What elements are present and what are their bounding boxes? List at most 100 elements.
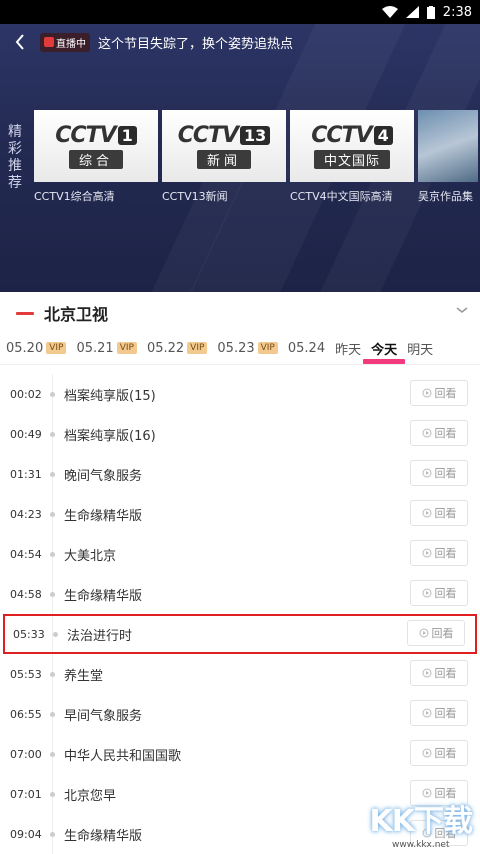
date-tab[interactable]: 05.20 VIP: [6, 334, 67, 362]
schedule-row[interactable]: 04:54 大美北京 回看: [0, 534, 480, 574]
schedule-row[interactable]: 00:02 档案纯享版(15) 回看: [0, 374, 480, 414]
date-tabs: 05.20 VIP 05.21 VIP 05.22 VIP 05.23 VIP 05.2…: [0, 334, 480, 364]
replay-button[interactable]: 回看: [410, 500, 468, 526]
channel-subtitle: 中文国际: [313, 150, 390, 169]
schedule-row[interactable]: 04:23 生命缘精华版 回看: [0, 494, 480, 534]
replay-icon: [422, 708, 431, 718]
timeline-dot: [50, 471, 55, 477]
timeline-dot: [50, 511, 55, 517]
channel-thumbnail: CCTV 1 综合: [34, 110, 158, 182]
replay-icon: [422, 508, 431, 518]
chevron-left-icon: [15, 34, 24, 50]
channel-subtitle: 综合: [68, 150, 123, 169]
program-time: 04:54: [10, 547, 42, 561]
channel-number: 1: [117, 126, 137, 145]
program-time: 05:33: [13, 627, 45, 641]
channel-thumbnail: CCTV 13 新闻: [162, 110, 286, 182]
date-tab[interactable]: 05.23 VIP: [217, 334, 278, 362]
replay-label: 回看: [434, 587, 457, 600]
schedule-row[interactable]: 04:58 生命缘精华版 回看: [0, 574, 480, 614]
replay-label: 回看: [434, 747, 457, 760]
date-tab-label: 昨天: [335, 342, 362, 358]
replay-label: 回看: [434, 467, 457, 480]
replay-button[interactable]: 回看: [407, 620, 465, 646]
schedule-row[interactable]: 05:53 养生堂 回看: [0, 654, 480, 694]
timeline-dot: [50, 551, 55, 557]
replay-icon: [422, 588, 431, 598]
timeline-dot: [50, 791, 55, 797]
replay-label: 回看: [434, 547, 457, 560]
date-tab-label: 05.21: [76, 340, 114, 356]
collection-card-wujing[interactable]: 吴京作品集: [418, 110, 478, 204]
replay-icon: [422, 428, 431, 438]
hero-banner: 直播中 这个节目失踪了，换个姿势追热点 精彩推荐 CCTV 1 综合 CCTV1综…: [0, 24, 480, 292]
replay-icon: [422, 388, 431, 398]
program-time: 09:04: [10, 827, 42, 841]
replay-label: 回看: [434, 387, 457, 400]
collection-thumbnail: [418, 110, 478, 182]
timeline-dot: [50, 711, 55, 717]
channel-logo: [16, 311, 34, 315]
schedule-row[interactable]: 00:49 档案纯享版(16) 回看: [0, 414, 480, 454]
program-time: 04:23: [10, 507, 42, 521]
date-tab-label: 05.24: [287, 340, 326, 356]
channel-caption: CCTV4中文国际高清: [290, 190, 393, 203]
chevron-down-icon[interactable]: [456, 305, 468, 315]
channel-subtitle: 新闻: [196, 150, 251, 169]
live-icon: [44, 37, 54, 47]
date-tab-label: 明天: [407, 342, 434, 358]
date-tab-label: 05.22: [146, 340, 185, 356]
replay-button[interactable]: 回看: [410, 380, 468, 406]
schedule-row[interactable]: 05:33 法治进行时 回看: [3, 614, 477, 654]
date-tab[interactable]: 05.24: [288, 334, 325, 362]
replay-label: 回看: [434, 427, 457, 440]
replay-button[interactable]: 回看: [410, 460, 468, 486]
replay-label: 回看: [434, 507, 457, 520]
replay-icon: [422, 668, 431, 678]
program-time: 05:53: [10, 667, 42, 681]
signal-icon: [405, 6, 419, 18]
replay-icon: [422, 468, 431, 478]
program-time: 07:01: [10, 787, 42, 801]
cctv-logo: CCTV: [311, 123, 372, 148]
replay-label: 回看: [434, 707, 457, 720]
recommend-label: 精彩推荐: [8, 124, 22, 191]
date-tab[interactable]: 05.22 VIP: [146, 334, 208, 362]
cctv-logo: CCTV: [177, 123, 239, 148]
live-badge: 直播中: [40, 32, 90, 52]
channel-card-cctv13[interactable]: CCTV 13 新闻 CCTV13新闻: [162, 110, 286, 204]
replay-button[interactable]: 回看: [410, 580, 468, 606]
replay-button[interactable]: 回看: [410, 420, 468, 446]
channel-caption: CCTV1综合高清: [34, 190, 115, 203]
channel-header[interactable]: 北京卫视: [0, 292, 480, 334]
replay-icon: [419, 628, 428, 638]
program-time: 04:58: [10, 587, 42, 601]
divider: [0, 364, 480, 365]
channel-caption: CCTV13新闻: [162, 190, 228, 203]
date-tab[interactable]: 昨天: [335, 334, 361, 362]
schedule-list: 00:02 档案纯享版(15) 回看 00:49 档案纯享版(16) 回看 01:31 晚间气…: [0, 374, 480, 854]
timeline-dot: [50, 671, 55, 677]
vip-badge: VIP: [46, 342, 67, 354]
schedule-row[interactable]: 01:31 晚间气象服务 回看: [0, 454, 480, 494]
channel-card-cctv4[interactable]: CCTV 4 中文国际 CCTV4中文国际高清: [290, 110, 414, 204]
channel-card-cctv1[interactable]: CCTV 1 综合 CCTV1综合高清: [34, 110, 158, 204]
schedule-row[interactable]: 06:55 早间气象服务 回看: [0, 694, 480, 734]
timeline-dot: [50, 831, 55, 837]
date-tab[interactable]: 明天: [407, 334, 433, 362]
epg-sheet: 北京卫视 05.20 VIP 05.21 VIP 05.22 VIP 05.23 VIP…: [0, 292, 480, 854]
channel-number: 4: [373, 126, 393, 145]
replay-button[interactable]: 回看: [410, 700, 468, 726]
vip-badge: VIP: [257, 342, 278, 354]
back-button[interactable]: [0, 30, 40, 54]
replay-button[interactable]: 回看: [410, 740, 468, 766]
replay-icon: [422, 548, 431, 558]
live-badge-label: 直播中: [56, 38, 86, 50]
replay-icon: [422, 748, 431, 758]
schedule-row[interactable]: 07:00 中华人民共和国国歌 回看: [0, 734, 480, 774]
replay-button[interactable]: 回看: [410, 540, 468, 566]
date-tab-today[interactable]: 今天: [363, 334, 406, 364]
date-tab[interactable]: 05.21 VIP: [76, 334, 137, 362]
replay-button[interactable]: 回看: [410, 660, 468, 686]
vip-badge: VIP: [187, 342, 208, 354]
